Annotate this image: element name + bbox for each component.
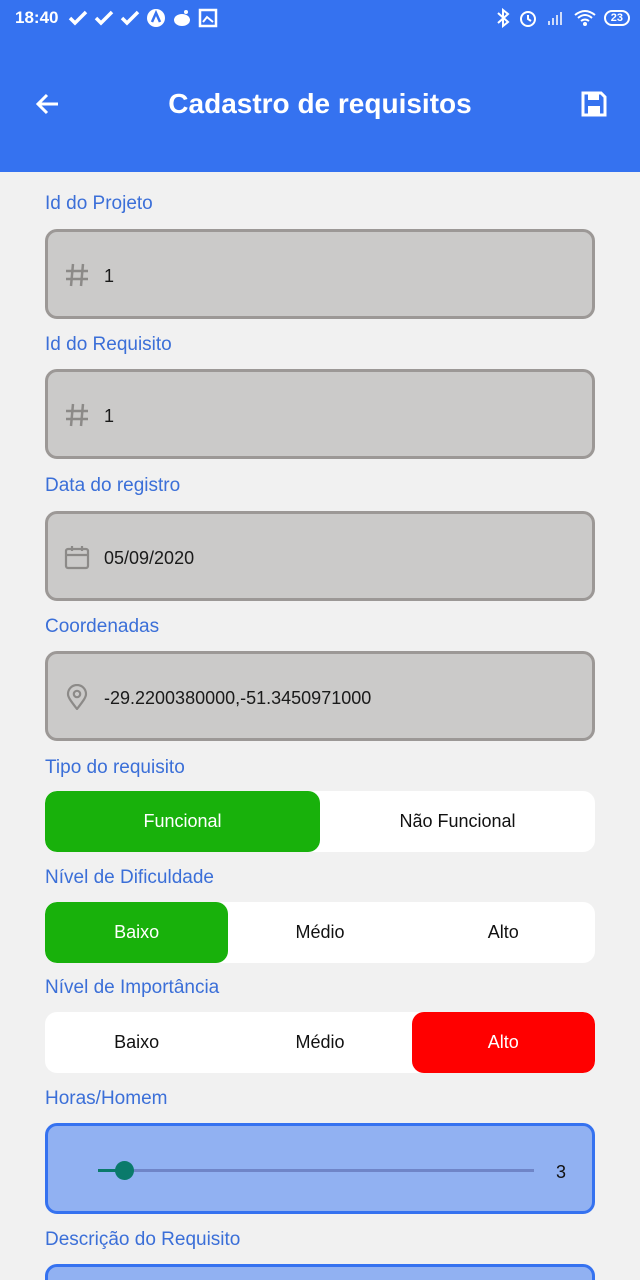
nivel-importancia-selector: Baixo Médio Alto [45, 1012, 595, 1073]
check-icon [120, 10, 140, 26]
id-projeto-value: 1 [104, 266, 115, 286]
coordenadas-value: -29.2200380000,-51.3450971000 [104, 688, 372, 708]
wifi-icon [574, 10, 596, 26]
tipo-option-funcional[interactable]: Funcional [45, 791, 320, 852]
nivel-dificuldade-selector: Baixo Médio Alto [45, 902, 595, 963]
descricao-input[interactable] [45, 1264, 595, 1280]
bluetooth-icon [497, 8, 510, 28]
hash-icon [66, 403, 88, 427]
horas-homem-slider-box: 3 [45, 1123, 595, 1214]
battery-indicator: 23 [603, 10, 630, 26]
horas-homem-label: Horas/Homem [45, 1088, 168, 1109]
coordenadas-field[interactable]: -29.2200380000,-51.3450971000 [45, 651, 595, 741]
app-bar: Cadastro de requisitos [0, 36, 640, 172]
nivel-dificuldade-label: Nível de Dificuldade [45, 867, 214, 888]
status-time: 18:40 [15, 8, 59, 27]
check-icon [94, 10, 114, 26]
id-projeto-field[interactable]: 1 [45, 229, 595, 319]
page-title: Cadastro de requisitos [168, 88, 472, 119]
tipo-requisito-selector: Funcional Não Funcional [45, 791, 595, 852]
dificuldade-option-alto[interactable]: Alto [412, 902, 595, 963]
dificuldade-option-baixo[interactable]: Baixo [45, 902, 229, 963]
importancia-option-medio[interactable]: Médio [228, 1012, 411, 1073]
coordenadas-label: Coordenadas [45, 616, 160, 637]
reddit-icon [174, 10, 190, 26]
alarm-icon [519, 11, 536, 27]
system-icons: 23 [496, 8, 630, 28]
horas-homem-value: 3 [556, 1162, 567, 1182]
importancia-option-baixo[interactable]: Baixo [45, 1012, 228, 1073]
nivel-importancia-label: Nível de Importância [45, 977, 220, 998]
slider-thumb[interactable] [114, 1161, 134, 1180]
data-registro-label: Data do registro [45, 475, 181, 496]
id-requisito-field[interactable]: 1 [45, 369, 595, 459]
calendar-icon [64, 546, 90, 570]
hash-icon [66, 263, 88, 287]
descricao-label: Descrição do Requisito [45, 1229, 241, 1250]
location-pin-icon [66, 684, 88, 710]
id-requisito-value: 1 [104, 406, 115, 426]
check-icon [68, 10, 88, 26]
id-requisito-label: Id do Requisito [45, 334, 172, 355]
save-icon[interactable] [580, 90, 608, 118]
dificuldade-option-medio[interactable]: Médio [228, 902, 411, 963]
notification-icons [68, 8, 218, 28]
data-registro-field[interactable]: 05/09/2020 [45, 511, 595, 601]
tipo-option-nao-funcional[interactable]: Não Funcional [320, 791, 595, 852]
status-bar: 18:40 23 [0, 0, 640, 36]
app-logo-icon [147, 9, 165, 27]
importancia-option-alto[interactable]: Alto [411, 1012, 595, 1073]
signal-icon [547, 12, 562, 25]
tipo-requisito-label: Tipo do requisito [45, 757, 185, 778]
image-icon [198, 8, 218, 28]
data-registro-value: 05/09/2020 [104, 548, 195, 568]
id-projeto-label: Id do Projeto [45, 193, 153, 214]
slider-track[interactable] [98, 1169, 534, 1172]
